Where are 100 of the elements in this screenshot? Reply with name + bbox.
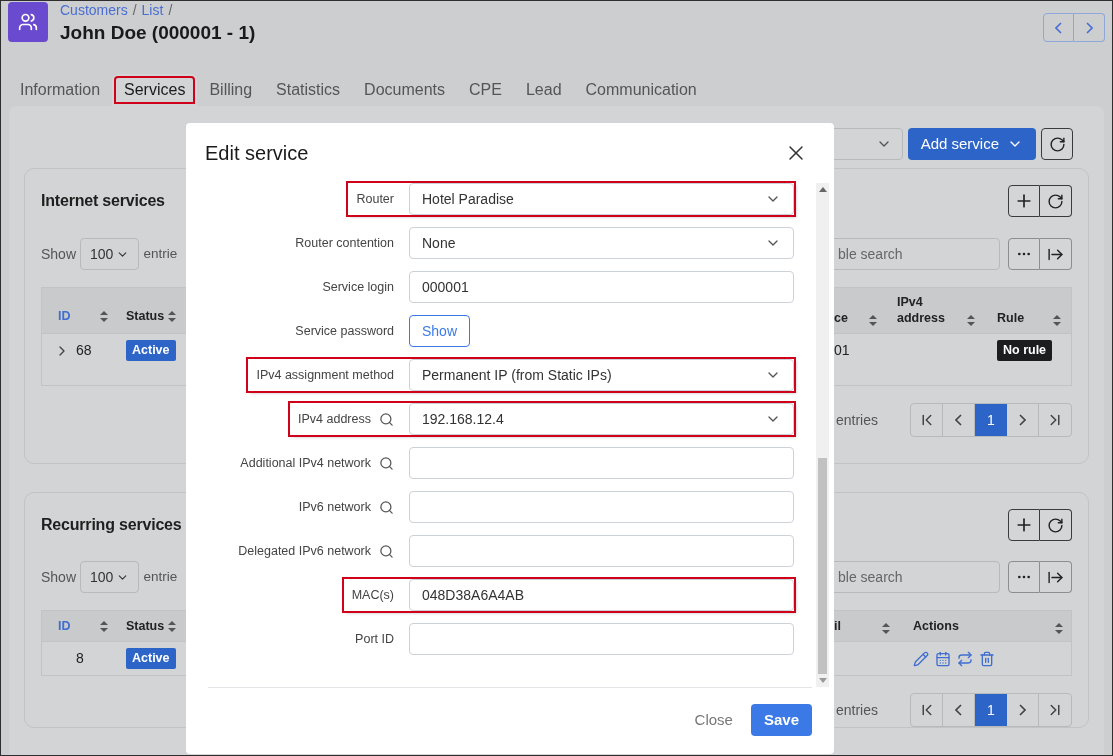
select-field[interactable]: None: [409, 227, 794, 259]
refresh-button[interactable]: [1040, 185, 1072, 217]
refresh-icon: [1047, 192, 1064, 210]
column-header[interactable]: Status: [126, 307, 166, 326]
show-label: Show: [41, 567, 77, 587]
chevron-left-icon: [955, 414, 962, 426]
sort-icon[interactable]: [967, 315, 975, 326]
status-badge: Active: [126, 648, 176, 669]
field-label: MAC(s): [351, 586, 394, 604]
edit-icon[interactable]: [913, 650, 929, 667]
delete-icon[interactable]: [979, 650, 995, 667]
field-label: Delegated IPv6 network: [238, 542, 371, 560]
page-title: John Doe (000001 - 1): [60, 21, 256, 45]
refresh-button[interactable]: [1041, 128, 1073, 160]
column-header[interactable]: il: [834, 618, 882, 634]
add-button[interactable]: [1008, 509, 1040, 541]
select-field[interactable]: Hotel Paradise: [409, 183, 794, 215]
repeat-icon[interactable]: [957, 650, 973, 667]
sort-icon[interactable]: [100, 311, 108, 323]
input-field[interactable]: [409, 491, 794, 523]
table-cell-text: 68: [76, 341, 92, 360]
people-icon: [18, 12, 38, 32]
chevron-left-icon: [955, 704, 962, 716]
breadcrumb-link[interactable]: Customers: [60, 1, 128, 21]
field-label: Router: [356, 190, 394, 208]
refresh-icon: [1048, 135, 1066, 153]
section-title: Internet services: [41, 191, 165, 211]
tab[interactable]: Information: [8, 74, 113, 106]
show-label: Show: [41, 244, 77, 264]
field-label: IPv6 network: [298, 498, 371, 516]
export-button[interactable]: [1040, 561, 1072, 593]
scrollbar[interactable]: [816, 183, 829, 687]
add-button[interactable]: [1008, 185, 1040, 217]
sort-icon[interactable]: [869, 315, 877, 326]
field-label: Service password: [295, 322, 394, 340]
column-header[interactable]: Actions: [913, 618, 963, 634]
column-header[interactable]: ce: [834, 310, 869, 326]
close-button[interactable]: Close: [694, 708, 733, 732]
section-title: Recurring services: [41, 515, 182, 535]
table-cell-text: 01: [834, 341, 850, 360]
page-size-select[interactable]: 100: [80, 238, 140, 270]
scroll-down-icon[interactable]: [818, 678, 827, 683]
input-field[interactable]: 048D38A6A4AB: [409, 579, 794, 611]
chevron-right-icon: [1019, 414, 1026, 426]
refresh-button[interactable]: [1040, 509, 1072, 541]
sort-icon[interactable]: [882, 623, 890, 634]
input-field[interactable]: [409, 535, 794, 567]
column-header[interactable]: IPv4 address: [897, 294, 947, 326]
field-label: Additional IPv4 network: [240, 454, 371, 472]
breadcrumb-separator: /: [168, 1, 173, 20]
page-button[interactable]: 1: [975, 404, 1007, 436]
search-icon[interactable]: [379, 499, 394, 515]
column-header[interactable]: ID: [58, 616, 98, 636]
sort-icon[interactable]: [100, 620, 108, 632]
breadcrumb-link[interactable]: List: [141, 1, 164, 21]
tab[interactable]: Statistics: [264, 74, 353, 106]
status-badge: Active: [126, 340, 176, 361]
tab[interactable]: Documents: [352, 74, 458, 106]
field-label: Service login: [322, 278, 394, 296]
entries-label: entrie: [143, 244, 178, 263]
sort-icon[interactable]: [168, 311, 176, 323]
search-icon[interactable]: [379, 543, 394, 559]
refresh-icon: [1047, 516, 1064, 534]
column-header[interactable]: ID: [58, 307, 98, 326]
table-cell-text: 8: [76, 649, 84, 668]
column-header[interactable]: Rule: [997, 310, 1047, 326]
page-size-select[interactable]: 100: [80, 561, 140, 593]
search-icon[interactable]: [379, 455, 394, 471]
select-field[interactable]: 192.168.12.4: [409, 403, 794, 435]
field-label: Port ID: [355, 630, 394, 648]
input-field[interactable]: [409, 447, 794, 479]
save-button[interactable]: Save: [750, 704, 812, 736]
scroll-up-icon[interactable]: [818, 187, 827, 192]
sort-icon[interactable]: [1053, 315, 1061, 326]
column-header[interactable]: Status: [126, 616, 166, 636]
entries-label: entries: [836, 412, 879, 428]
search-icon[interactable]: [379, 411, 394, 427]
tab[interactable]: Billing: [197, 74, 265, 106]
show-password-button[interactable]: Show: [409, 315, 471, 347]
tab[interactable]: Communication: [573, 74, 709, 106]
tab[interactable]: Services: [112, 74, 198, 106]
tab[interactable]: Lead: [513, 74, 574, 106]
chevron-left-icon: [1055, 21, 1062, 34]
tab[interactable]: CPE: [457, 74, 514, 106]
dialog-title: Edit service: [205, 141, 309, 166]
page-button[interactable]: 1: [975, 694, 1007, 726]
field-label: IPv4 address: [298, 410, 371, 428]
export-button[interactable]: [1040, 238, 1072, 270]
rule-badge: No rule: [997, 340, 1053, 361]
breadcrumb-separator: /: [132, 1, 137, 20]
input-field[interactable]: [409, 623, 794, 655]
add-service-button[interactable]: Add service: [907, 128, 1036, 160]
calendar-icon[interactable]: [935, 650, 951, 667]
sort-icon[interactable]: [168, 620, 176, 632]
chevron-right-icon: [1085, 21, 1093, 34]
sort-icon[interactable]: [1055, 623, 1063, 634]
select-field[interactable]: Permanent IP (from Static IPs): [409, 359, 794, 391]
field-label: IPv4 assignment method: [256, 366, 394, 384]
field-label: Router contention: [295, 234, 394, 252]
input-field[interactable]: 000001: [409, 271, 794, 303]
